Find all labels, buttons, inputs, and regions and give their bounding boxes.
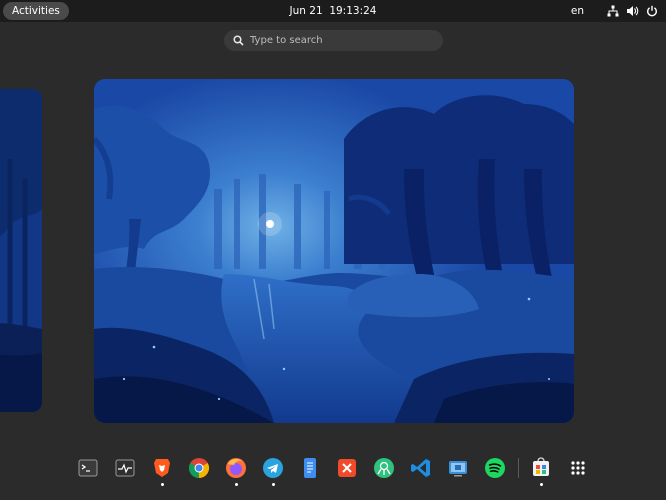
firefox-icon	[226, 458, 246, 478]
keyboard-layout-indicator[interactable]: en	[571, 5, 584, 17]
dock-system-monitor[interactable]	[113, 456, 137, 480]
wallpaper	[94, 79, 574, 423]
search-icon	[233, 31, 244, 50]
terminal-icon	[78, 459, 98, 477]
dock-xmind[interactable]	[335, 456, 359, 480]
power-icon[interactable]	[646, 5, 658, 17]
dock-vscode[interactable]	[409, 456, 433, 480]
software-center-icon	[533, 457, 549, 476]
dock-terminal[interactable]	[76, 456, 100, 480]
dock-screen-share[interactable]	[446, 456, 470, 480]
dock-chrome[interactable]	[187, 456, 211, 480]
dock-show-apps[interactable]	[566, 456, 590, 480]
app-grid-icon	[571, 461, 585, 475]
dock-brave[interactable]	[150, 456, 174, 486]
dock-software[interactable]	[529, 456, 553, 486]
dock-text-editor[interactable]	[298, 456, 322, 480]
clock-date: Jun 21	[289, 5, 323, 17]
remote-desktop-icon	[449, 461, 467, 477]
dock-telegram[interactable]	[261, 456, 285, 486]
vscode-icon	[411, 459, 430, 477]
gitkraken-icon	[374, 458, 394, 478]
clock-time: 19:13:24	[329, 5, 377, 17]
system-tray[interactable]: en	[571, 0, 658, 22]
search-box[interactable]	[224, 30, 443, 51]
dock-separator	[517, 458, 519, 478]
workspace-thumbnail-current[interactable]	[94, 79, 574, 423]
text-editor-icon	[304, 458, 316, 478]
xmind-icon	[338, 459, 356, 477]
clock-button[interactable]: Jun 21 19:13:24	[290, 5, 377, 17]
brave-icon	[154, 459, 170, 477]
network-icon[interactable]	[607, 5, 619, 17]
chrome-icon	[188, 458, 210, 479]
workspace-thumbnail-previous[interactable]	[0, 89, 42, 412]
dock-spotify[interactable]	[483, 456, 507, 480]
running-indicator	[539, 483, 543, 486]
dock-gitkraken[interactable]	[372, 456, 396, 480]
running-indicator	[271, 483, 275, 486]
search-input[interactable]	[250, 35, 420, 46]
running-indicator	[160, 483, 164, 486]
telegram-icon	[263, 458, 283, 478]
top-bar: Activities Jun 21 19:13:24 en	[0, 0, 666, 22]
clock: Jun 21 19:13:24	[0, 0, 666, 22]
dash	[0, 452, 666, 486]
spotify-icon	[485, 458, 505, 478]
system-monitor-icon	[115, 459, 135, 477]
dock-firefox[interactable]	[224, 456, 248, 486]
running-indicator	[234, 483, 238, 486]
volume-icon[interactable]	[626, 5, 639, 17]
activities-button[interactable]: Activities	[3, 2, 69, 20]
